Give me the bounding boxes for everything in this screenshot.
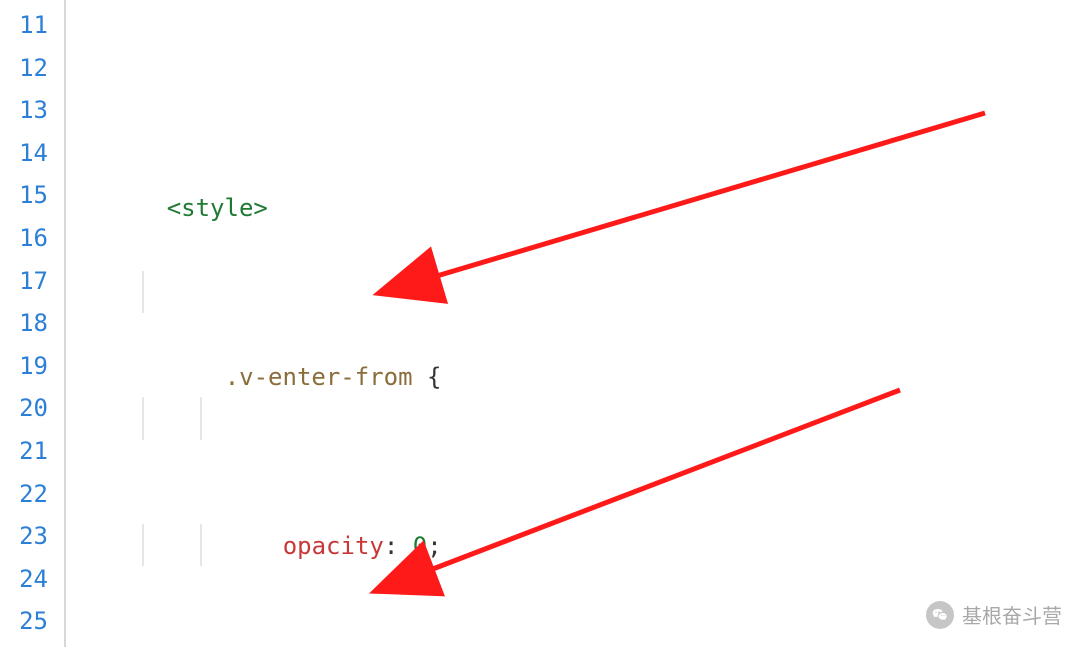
indent-guide	[142, 397, 144, 440]
line-number: 17	[0, 260, 60, 303]
code-line[interactable]: transform: translateY(30px);	[60, 524, 1080, 567]
code-line[interactable]: .v-enter-from {	[60, 271, 1080, 314]
line-number: 15	[0, 174, 60, 217]
line-number: 20	[0, 387, 60, 430]
wechat-icon	[926, 601, 954, 629]
line-number: 24	[0, 558, 60, 601]
line-number: 25	[0, 600, 60, 643]
indent-guide	[200, 524, 202, 567]
line-number: 12	[0, 47, 60, 90]
watermark: 基根奋斗营	[926, 600, 1062, 629]
line-number: 11	[0, 4, 60, 47]
line-number: 16	[0, 217, 60, 260]
code-area[interactable]: <style> .v-enter-from { opacity: 0; tran…	[60, 0, 1080, 647]
code-span: .v-enter-from {	[167, 363, 442, 391]
line-number: 22	[0, 473, 60, 516]
indent-guide	[142, 524, 144, 567]
line-number: 13	[0, 89, 60, 132]
code-line[interactable]: opacity: 0;	[60, 397, 1080, 440]
indent-guide	[142, 271, 144, 314]
code-editor[interactable]: 111213141516171819202122232425 <style> .…	[0, 0, 1080, 647]
watermark-text: 基根奋斗营	[962, 600, 1062, 629]
line-number: 19	[0, 345, 60, 388]
line-number: 18	[0, 302, 60, 345]
line-number: 14	[0, 132, 60, 175]
style-open-tag: <style>	[167, 194, 268, 222]
line-number-gutter: 111213141516171819202122232425	[0, 0, 60, 647]
line-number: 21	[0, 430, 60, 473]
code-line[interactable]: <style>	[60, 144, 1080, 187]
indent-guide	[200, 397, 202, 440]
line-number: 23	[0, 515, 60, 558]
